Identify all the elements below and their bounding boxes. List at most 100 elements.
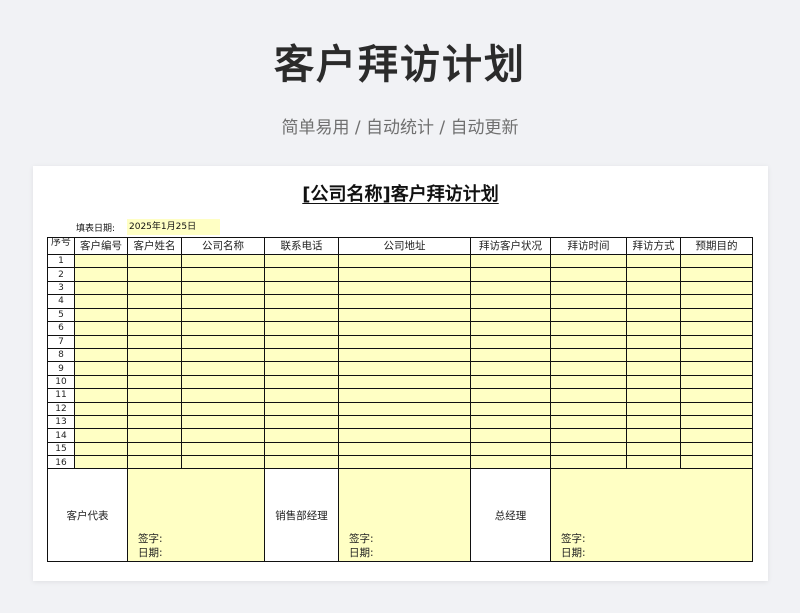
table-cell[interactable] [338, 267, 471, 282]
table-cell[interactable] [626, 428, 681, 443]
table-cell[interactable] [470, 334, 551, 349]
table-cell[interactable] [680, 280, 753, 296]
table-cell[interactable] [680, 267, 753, 282]
table-cell[interactable] [338, 388, 471, 403]
table-cell[interactable] [470, 374, 551, 390]
table-cell[interactable] [127, 401, 182, 417]
table-cell[interactable] [181, 374, 265, 390]
table-cell[interactable] [680, 321, 753, 336]
table-cell[interactable] [74, 415, 128, 430]
table-cell[interactable] [680, 388, 753, 403]
table-cell[interactable] [74, 321, 128, 336]
table-cell[interactable] [74, 441, 128, 457]
table-cell[interactable] [680, 374, 753, 390]
table-cell[interactable] [550, 294, 627, 309]
table-cell[interactable] [74, 361, 128, 376]
table-cell[interactable] [680, 361, 753, 376]
table-cell[interactable] [338, 374, 471, 390]
table-cell[interactable] [127, 347, 182, 363]
table-cell[interactable] [626, 334, 681, 349]
table-cell[interactable] [127, 280, 182, 296]
table-cell[interactable] [181, 415, 265, 430]
table-cell[interactable] [470, 388, 551, 403]
table-cell[interactable] [74, 401, 128, 417]
table-cell[interactable] [626, 374, 681, 390]
table-cell[interactable] [470, 415, 551, 430]
table-cell[interactable] [181, 441, 265, 457]
table-cell[interactable] [470, 280, 551, 296]
table-cell[interactable] [74, 374, 128, 390]
table-cell[interactable] [127, 415, 182, 430]
fill-date-value[interactable]: 2025年1月25日 [127, 219, 220, 235]
general-manager-sign-box[interactable]: 签字: 日期: [550, 468, 753, 562]
table-cell[interactable] [74, 294, 128, 309]
table-cell[interactable] [264, 280, 339, 296]
table-cell[interactable] [127, 253, 182, 269]
table-cell[interactable] [470, 347, 551, 363]
table-cell[interactable] [264, 401, 339, 417]
table-cell[interactable] [626, 267, 681, 282]
table-cell[interactable] [264, 253, 339, 269]
table-cell[interactable] [550, 307, 627, 323]
table-cell[interactable] [181, 307, 265, 323]
table-cell[interactable] [626, 441, 681, 457]
table-cell[interactable] [680, 441, 753, 457]
table-cell[interactable] [338, 401, 471, 417]
table-cell[interactable] [680, 334, 753, 349]
table-cell[interactable] [626, 253, 681, 269]
table-cell[interactable] [550, 401, 627, 417]
table-cell[interactable] [264, 334, 339, 349]
table-cell[interactable] [127, 294, 182, 309]
customer-rep-sign-box[interactable]: 签字: 日期: [127, 468, 265, 562]
table-cell[interactable] [470, 307, 551, 323]
table-cell[interactable] [127, 267, 182, 282]
table-cell[interactable] [680, 428, 753, 443]
table-cell[interactable] [127, 334, 182, 349]
table-cell[interactable] [470, 267, 551, 282]
table-cell[interactable] [181, 347, 265, 363]
sales-manager-sign-box[interactable]: 签字: 日期: [338, 468, 471, 562]
table-cell[interactable] [264, 361, 339, 376]
table-cell[interactable] [680, 401, 753, 417]
table-cell[interactable] [470, 361, 551, 376]
table-cell[interactable] [264, 415, 339, 430]
table-cell[interactable] [181, 321, 265, 336]
table-cell[interactable] [338, 428, 471, 443]
table-cell[interactable] [470, 294, 551, 309]
table-cell[interactable] [338, 280, 471, 296]
table-cell[interactable] [264, 374, 339, 390]
table-cell[interactable] [470, 441, 551, 457]
table-cell[interactable] [264, 267, 339, 282]
table-cell[interactable] [338, 347, 471, 363]
table-cell[interactable] [550, 253, 627, 269]
table-cell[interactable] [550, 280, 627, 296]
table-cell[interactable] [74, 307, 128, 323]
table-cell[interactable] [338, 253, 471, 269]
table-cell[interactable] [550, 388, 627, 403]
table-cell[interactable] [127, 441, 182, 457]
table-cell[interactable] [181, 280, 265, 296]
table-cell[interactable] [74, 267, 128, 282]
table-cell[interactable] [626, 280, 681, 296]
table-cell[interactable] [74, 280, 128, 296]
table-cell[interactable] [626, 401, 681, 417]
table-cell[interactable] [74, 253, 128, 269]
table-cell[interactable] [181, 401, 265, 417]
table-cell[interactable] [181, 253, 265, 269]
table-cell[interactable] [470, 428, 551, 443]
table-cell[interactable] [264, 428, 339, 443]
table-cell[interactable] [338, 307, 471, 323]
table-cell[interactable] [127, 307, 182, 323]
table-cell[interactable] [626, 307, 681, 323]
table-cell[interactable] [680, 307, 753, 323]
table-cell[interactable] [74, 334, 128, 349]
table-cell[interactable] [181, 334, 265, 349]
table-cell[interactable] [127, 428, 182, 443]
table-cell[interactable] [338, 441, 471, 457]
table-cell[interactable] [626, 321, 681, 336]
table-cell[interactable] [338, 321, 471, 336]
table-cell[interactable] [264, 321, 339, 336]
table-cell[interactable] [626, 388, 681, 403]
table-cell[interactable] [181, 267, 265, 282]
table-cell[interactable] [550, 267, 627, 282]
